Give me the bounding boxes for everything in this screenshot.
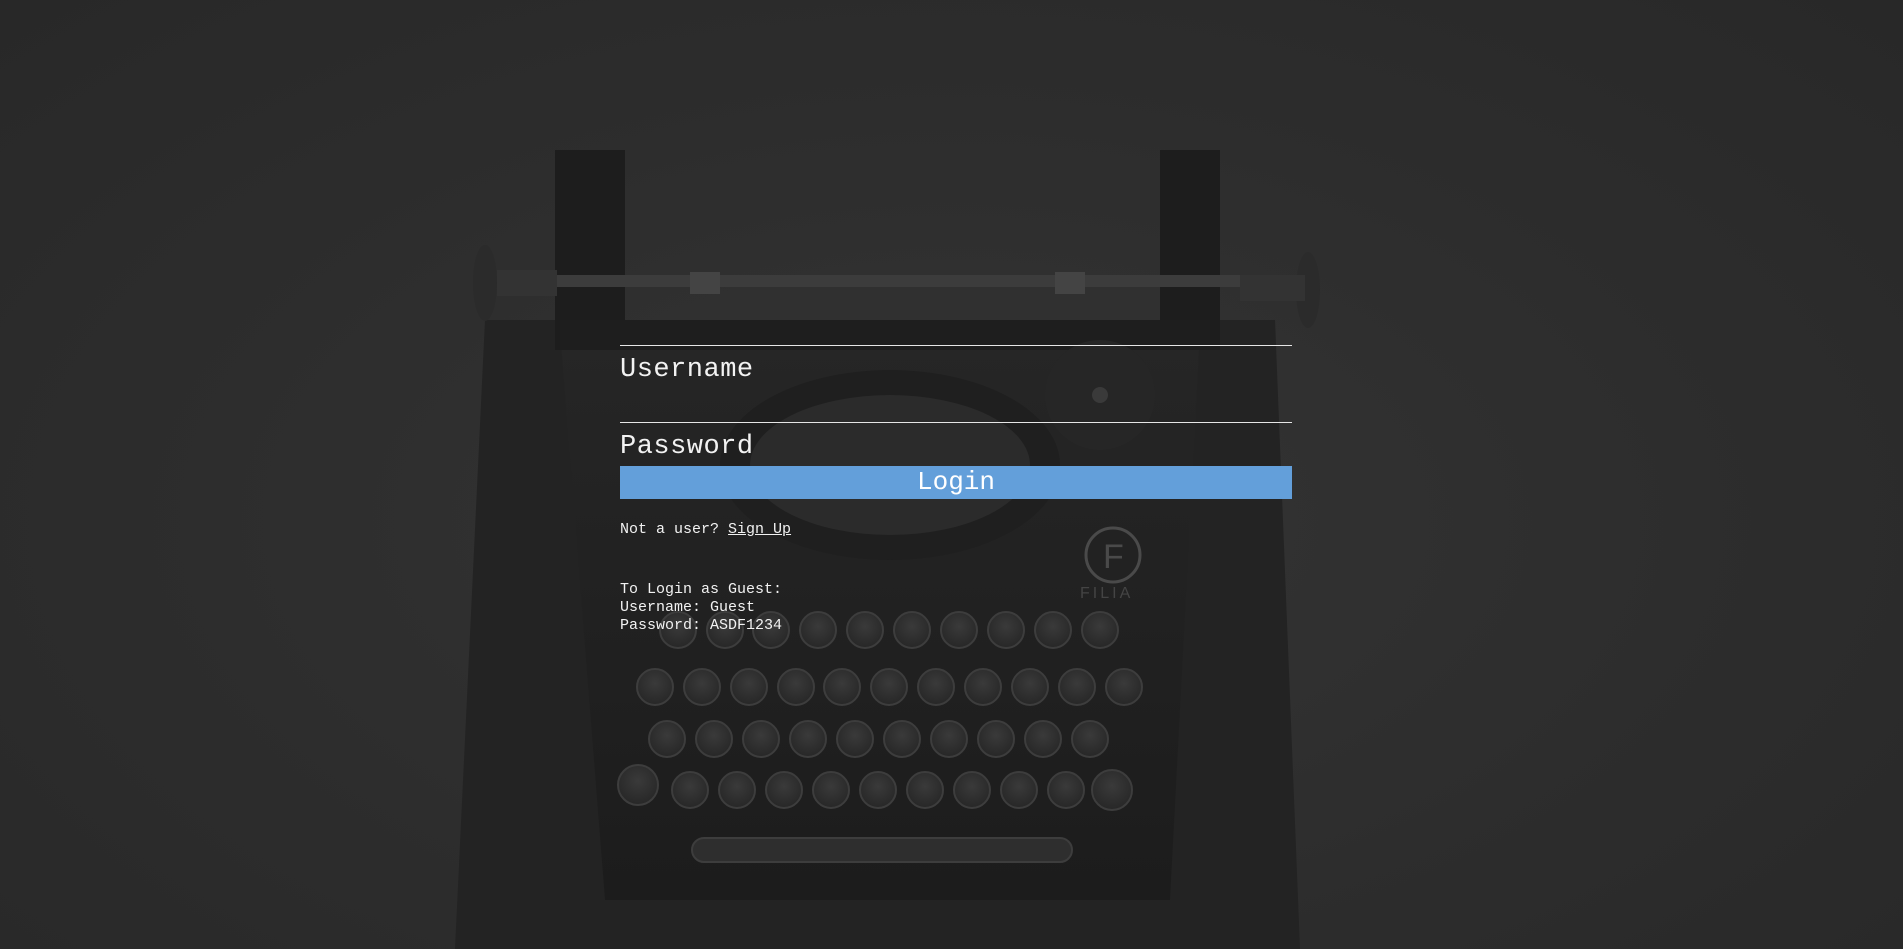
login-button[interactable]: Login xyxy=(620,466,1292,499)
login-form: Username Password Login Not a user? Sign… xyxy=(620,345,1292,635)
signup-link[interactable]: Sign Up xyxy=(728,521,791,538)
guest-username-line: Username: Guest xyxy=(620,599,756,616)
username-input[interactable] xyxy=(620,346,1292,422)
password-input[interactable] xyxy=(620,423,1292,466)
password-field: Password xyxy=(620,422,1292,466)
login-page: F FILIA Username Password Login Not a us… xyxy=(0,0,1903,949)
guest-login-info: To Login as Guest: Username: Guest Passw… xyxy=(620,581,1292,635)
username-field: Username xyxy=(620,345,1292,422)
signup-prompt: Not a user? xyxy=(620,521,720,538)
guest-password-line: Password: ASDF1234 xyxy=(620,617,783,634)
guest-info-heading: To Login as Guest: xyxy=(620,581,783,598)
signup-row: Not a user? Sign Up xyxy=(620,521,1292,538)
